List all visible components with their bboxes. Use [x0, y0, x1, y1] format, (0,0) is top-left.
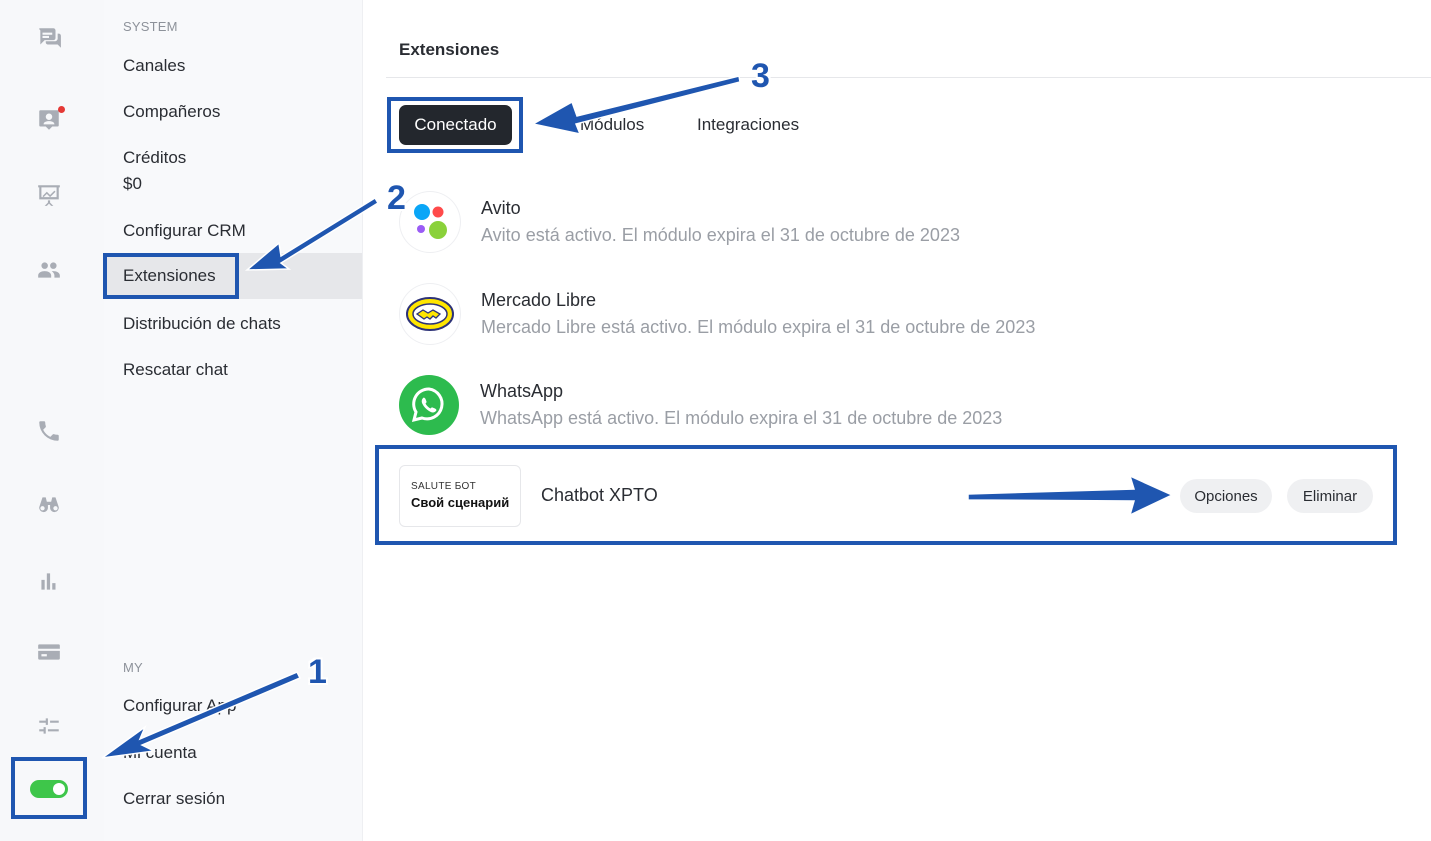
extension-name-mercadolibre: Mercado Libre	[481, 290, 597, 310]
menu-item-companeros[interactable]: Compañeros	[123, 102, 220, 122]
bar-chart-icon[interactable]	[33, 565, 65, 597]
phone-icon[interactable]	[33, 415, 65, 447]
menu-item-configurar-app[interactable]: Configurar App	[123, 696, 236, 716]
menu-item-configurar-crm[interactable]: Configurar CRM	[123, 221, 246, 241]
extension-desc-mercadolibre: Mercado Libre está activo. El módulo exp…	[481, 317, 1036, 337]
binoculars-icon[interactable]	[33, 489, 65, 521]
highlight-box-toggle	[11, 757, 87, 819]
contact-card-icon[interactable]	[33, 104, 65, 136]
highlight-box-conectado	[387, 97, 523, 153]
sliders-icon[interactable]	[33, 710, 65, 742]
section-system-label: SYSTEM	[123, 19, 178, 34]
extension-name-whatsapp: WhatsApp	[480, 381, 564, 401]
chat-bubbles-icon[interactable]	[33, 22, 65, 54]
menu-item-distribucion[interactable]: Distribución de chats	[123, 314, 281, 334]
callout-1: 1	[308, 653, 327, 691]
menu-item-cerrar-sesion[interactable]: Cerrar sesión	[123, 789, 225, 809]
tab-modulos[interactable]: Módulos	[580, 115, 644, 135]
extension-desc-avito: Avito está activo. El módulo expira el 3…	[481, 225, 960, 245]
credits-balance: $0	[123, 174, 142, 193]
section-my-label: MY	[123, 660, 143, 675]
whatsapp-logo-icon	[399, 375, 459, 435]
credit-card-icon[interactable]	[33, 636, 65, 668]
callout-2: 2	[387, 179, 406, 217]
notification-dot	[58, 106, 65, 113]
avito-logo-icon	[400, 192, 460, 252]
highlight-box-extensiones	[103, 253, 239, 299]
extension-desc-whatsapp: WhatsApp está activo. El módulo expira e…	[480, 408, 1003, 428]
settings-menu: SYSTEM Canales Compañeros Créditos $0 Co…	[104, 0, 363, 841]
menu-item-mi-cuenta[interactable]: Mi cuenta	[123, 743, 197, 763]
divider	[386, 77, 1431, 78]
callout-3: 3	[751, 57, 770, 95]
tab-integraciones[interactable]: Integraciones	[697, 115, 799, 135]
highlight-box-chatbot-row	[375, 445, 1397, 545]
icon-rail	[0, 0, 104, 841]
page-title: Extensiones	[399, 40, 500, 59]
mercadolibre-logo-icon	[400, 284, 460, 344]
menu-item-canales[interactable]: Canales	[123, 56, 185, 76]
presentation-chart-icon[interactable]	[33, 179, 65, 211]
menu-item-creditos[interactable]: Créditos	[123, 148, 186, 168]
menu-item-rescatar-chat[interactable]: Rescatar chat	[123, 360, 228, 380]
extension-name-avito: Avito	[481, 198, 521, 218]
people-icon[interactable]	[33, 254, 65, 286]
